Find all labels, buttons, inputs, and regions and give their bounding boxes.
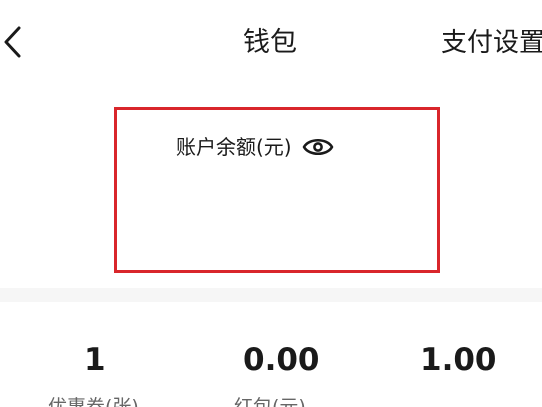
balance-label: 账户余额(元) xyxy=(176,135,292,159)
page-title: 钱包 xyxy=(243,27,297,58)
chevron-left-icon xyxy=(4,26,21,58)
coupon-count[interactable]: 1 xyxy=(84,340,106,380)
coupon-label: 优惠券(张) xyxy=(48,396,139,407)
red-packet-label: 红包(元) xyxy=(234,396,306,407)
third-stat-value[interactable]: 1.00 xyxy=(420,340,497,380)
top-navigation-bar: 钱包 支付设置 xyxy=(0,0,542,86)
balance-header: 账户余额(元) xyxy=(176,132,335,162)
red-packet-amount[interactable]: 0.00 xyxy=(243,340,320,380)
eye-icon xyxy=(302,138,333,156)
back-button[interactable] xyxy=(0,22,26,62)
payment-settings-link[interactable]: 支付设置 xyxy=(441,26,542,60)
section-divider xyxy=(0,288,542,302)
show-balance-toggle[interactable] xyxy=(301,134,335,160)
